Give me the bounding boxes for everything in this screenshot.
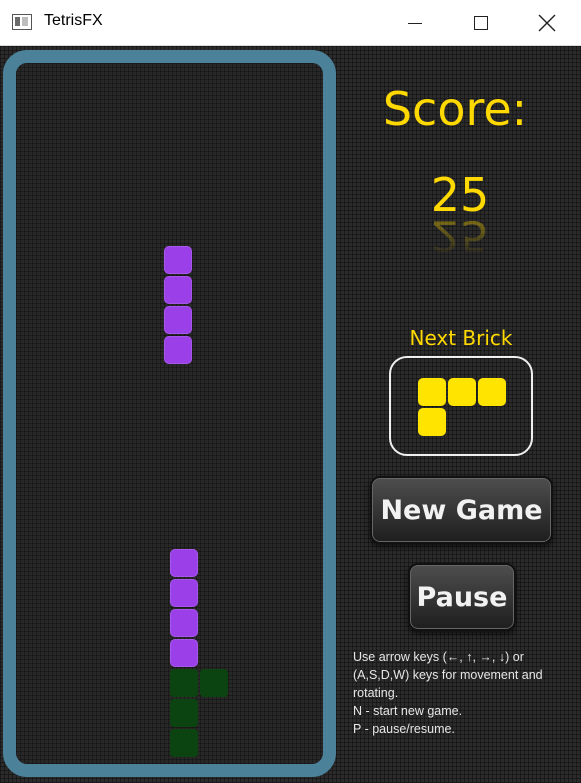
next-brick-preview [389, 356, 533, 456]
maximize-icon [474, 16, 488, 30]
stacked-block [170, 699, 198, 727]
falling-block [164, 276, 192, 304]
game-area: Score: 25 25 Next Brick New Game Pause U… [0, 46, 581, 783]
falling-block [164, 336, 192, 364]
next-brick-label: Next Brick [409, 326, 513, 350]
score-reflection: 25 [430, 211, 490, 261]
stacked-block [170, 579, 198, 607]
falling-block [164, 246, 192, 274]
next-brick-block [478, 378, 506, 406]
stacked-block [170, 729, 198, 757]
title-bar: TetrisFX [0, 0, 581, 46]
stacked-block [170, 669, 198, 697]
instructions: Use arrow keys (←, ↑, →, ↓) or (A,S,D,W)… [353, 648, 578, 738]
tetris-board[interactable] [3, 50, 336, 777]
minimize-icon [408, 23, 422, 24]
instruction-line: Use arrow keys (←, ↑, →, ↓) or (A,S,D,W)… [353, 650, 543, 700]
minimize-button[interactable] [382, 0, 448, 46]
close-icon [538, 14, 556, 32]
stacked-block [170, 609, 198, 637]
maximize-button[interactable] [448, 0, 514, 46]
instruction-line: N - start new game. [353, 704, 463, 718]
stacked-block [170, 549, 198, 577]
score-value: 25 [430, 168, 490, 222]
stacked-block [170, 639, 198, 667]
window-title: TetrisFX [44, 12, 103, 29]
falling-block [164, 306, 192, 334]
app-icon [12, 14, 32, 30]
score-label: Score: [382, 82, 528, 136]
new-game-button[interactable]: New Game [370, 476, 553, 544]
pause-button[interactable]: Pause [408, 563, 516, 631]
next-brick-block [418, 408, 446, 436]
next-brick-block [448, 378, 476, 406]
next-brick-block [418, 378, 446, 406]
stacked-block [200, 669, 228, 697]
instruction-line: P - pause/resume. [353, 722, 455, 736]
close-button[interactable] [514, 0, 580, 46]
